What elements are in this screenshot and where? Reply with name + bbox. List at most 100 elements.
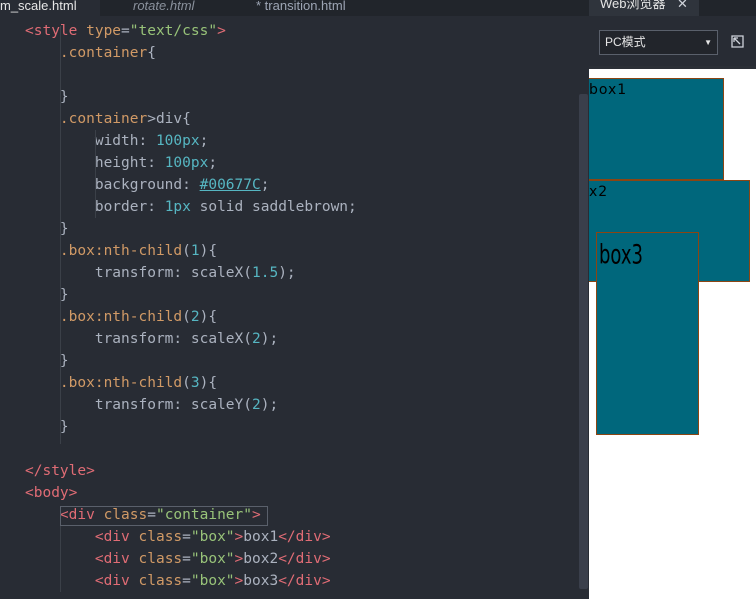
close-icon[interactable]: ✕ — [677, 0, 688, 10]
code-line[interactable]: .box:nth-child(2){ — [25, 306, 217, 328]
code-token: "text/css" — [129, 23, 218, 39]
code-token: > — [234, 529, 244, 545]
code-token: ){ — [199, 375, 218, 391]
code-line[interactable]: } — [25, 284, 69, 306]
tab-web-browser[interactable]: Web浏览器 ✕ — [589, 0, 699, 16]
code-line[interactable]: } — [25, 86, 69, 108]
code-token: } — [25, 89, 69, 105]
code-token: ); — [260, 397, 279, 413]
code-token: solid saddlebrown; — [190, 199, 357, 215]
code-token: } — [25, 419, 69, 435]
preview-box-3: box3 — [596, 232, 699, 435]
code-token: <div — [25, 529, 139, 545]
editor-scrollbar[interactable] — [579, 94, 588, 589]
code-token: ; — [199, 133, 209, 149]
code-token: .box:nth-child — [25, 243, 183, 259]
code-token: <div — [25, 551, 139, 567]
browser-viewport[interactable]: box1 x2 box3 — [589, 69, 756, 599]
code-token: type — [86, 23, 122, 39]
code-line[interactable]: transform: scaleX(2); — [25, 328, 278, 350]
code-token: 2 — [190, 309, 200, 325]
code-token: = — [182, 529, 191, 545]
code-token: 1px — [164, 199, 191, 215]
indent-guide — [60, 526, 61, 592]
open-external-icon[interactable] — [731, 35, 744, 48]
code-token: .box:nth-child — [25, 309, 183, 325]
code-line[interactable]: border: 1px solid saddlebrown; — [25, 196, 357, 218]
chevron-down-icon: ▼ — [704, 38, 712, 47]
code-line[interactable]: transform: scaleY(2); — [25, 394, 278, 416]
code-token: = — [182, 573, 191, 589]
mode-select[interactable]: PC模式 ▼ — [599, 30, 718, 55]
tab-transition[interactable]: * transition.html — [256, 0, 386, 16]
code-token: ){ — [199, 243, 218, 259]
code-line[interactable]: } — [25, 350, 69, 372]
code-token: > — [234, 573, 244, 589]
code-line[interactable]: } — [25, 218, 69, 240]
code-token: <div — [25, 573, 139, 589]
web-browser-panel: Web浏览器 ✕ PC模式 ▼ box1 x2 box3 — [589, 0, 756, 599]
code-token: > — [252, 507, 261, 523]
code-line[interactable]: <div class="box">box1</div> — [25, 526, 331, 548]
code-token: > — [217, 23, 226, 39]
code-token: { — [147, 45, 156, 61]
mode-select-value: PC模式 — [605, 35, 646, 49]
code-token: box2 — [243, 551, 279, 567]
code-token: .container — [25, 45, 148, 61]
code-line[interactable]: .box:nth-child(1){ — [25, 240, 217, 262]
browser-toolbar: PC模式 ▼ — [589, 16, 756, 66]
code-token: } — [25, 353, 69, 369]
code-token: >div{ — [147, 111, 191, 127]
code-line[interactable]: } — [25, 416, 69, 438]
code-token: 3 — [190, 375, 200, 391]
code-token: background: — [25, 177, 200, 193]
code-token: <style — [25, 23, 87, 39]
code-line[interactable]: <div class="container"> — [25, 504, 261, 526]
editor-tab-bar: m_scale.html rotate.html * transition.ht… — [0, 0, 589, 16]
code-line[interactable]: height: 100px; — [25, 152, 217, 174]
preview-box-1: box1 — [589, 78, 724, 180]
code-token: <body> — [25, 485, 78, 501]
code-token: = — [147, 507, 156, 523]
tab-rotate[interactable]: rotate.html — [133, 0, 233, 16]
browser-title-bar: Web浏览器 ✕ — [589, 0, 756, 16]
code-token: </style> — [25, 463, 95, 479]
code-line[interactable]: background: #00677C; — [25, 174, 270, 196]
code-token: <div — [25, 507, 104, 523]
code-line[interactable]: <div class="box">box2</div> — [25, 548, 331, 570]
code-line[interactable]: <style type="text/css"> — [25, 20, 226, 42]
code-token: 100px — [164, 155, 209, 171]
code-line[interactable]: .box:nth-child(3){ — [25, 372, 217, 394]
code-token: "box" — [190, 551, 235, 567]
code-token: } — [25, 221, 69, 237]
indent-guide — [95, 130, 96, 218]
code-editor[interactable]: m_scale.html rotate.html * transition.ht… — [0, 0, 589, 599]
code-token: </div> — [278, 573, 331, 589]
code-token: class — [138, 529, 183, 545]
code-token: 2 — [251, 397, 261, 413]
code-token: ; — [208, 155, 218, 171]
code-token: "container" — [155, 507, 252, 523]
code-token: ( — [182, 243, 191, 259]
code-token: 100px — [155, 133, 200, 149]
code-token: </div> — [278, 551, 331, 567]
code-token: class — [103, 507, 148, 523]
code-token: ); — [278, 265, 296, 281]
tab-m-scale[interactable]: m_scale.html — [0, 0, 100, 16]
code-token: ){ — [199, 309, 218, 325]
code-line[interactable]: .container{ — [25, 42, 156, 64]
code-line[interactable]: </style> — [25, 460, 95, 482]
browser-tab-title: Web浏览器 — [600, 0, 666, 11]
code-line[interactable]: .container>div{ — [25, 108, 191, 130]
code-token: .box:nth-child — [25, 375, 183, 391]
code-token: class — [138, 551, 183, 567]
code-line[interactable]: transform: scaleX(1.5); — [25, 262, 296, 284]
code-line[interactable]: width: 100px; — [25, 130, 209, 152]
code-token: </div> — [278, 529, 331, 545]
code-line[interactable]: <body> — [25, 482, 77, 504]
code-token: = — [182, 551, 191, 567]
code-line[interactable]: <div class="box">box3</div> — [25, 570, 331, 592]
indent-guide — [60, 26, 61, 444]
code-token: ); — [260, 331, 279, 347]
preview-box-1-label: box1 — [589, 82, 628, 98]
